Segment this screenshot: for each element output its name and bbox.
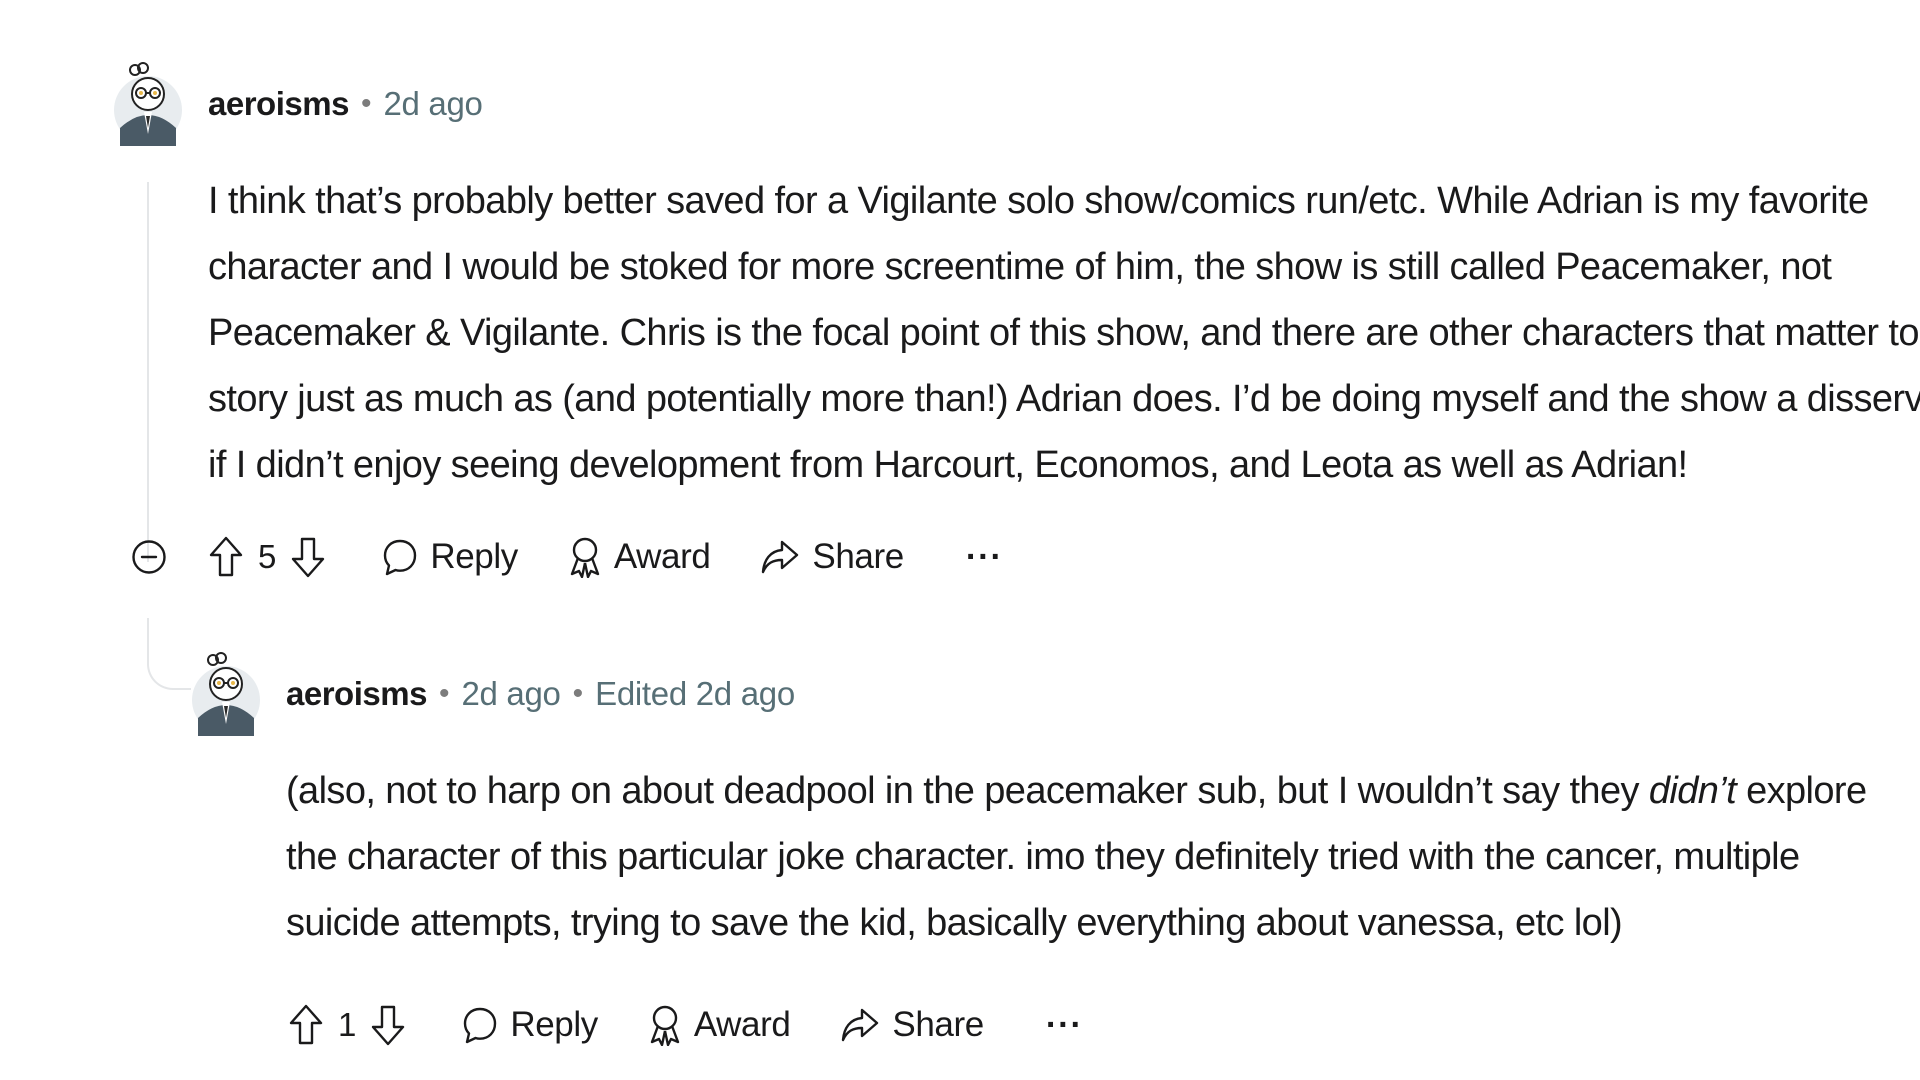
speech-bubble-icon — [382, 537, 418, 577]
comment-actions: 5 Reply Award Share ··· — [126, 522, 1898, 592]
speech-bubble-icon — [462, 1005, 498, 1045]
more-options-button[interactable]: ··· — [966, 540, 1003, 574]
share-button[interactable]: Share — [760, 537, 904, 577]
reply-comment: aeroisms • 2d ago • Edited 2d ago (also,… — [186, 652, 1886, 1060]
share-button[interactable]: Share — [840, 1005, 984, 1045]
upvote-arrow-icon[interactable] — [202, 530, 250, 584]
vote-group: 1 — [282, 998, 412, 1052]
snoo-avatar-icon[interactable] — [108, 62, 188, 146]
downvote-arrow-icon[interactable] — [364, 998, 412, 1052]
vote-score: 5 — [258, 538, 277, 575]
award-label: Award — [693, 1005, 791, 1044]
comment-body: (also, not to harp on about deadpool in … — [286, 758, 1906, 956]
reply-label: Reply — [430, 537, 518, 576]
comment-body-text: I think that’s probably better saved for… — [208, 180, 1920, 486]
award-ribbon-icon — [648, 1004, 682, 1046]
comment-body-emphasis: didn’t — [1648, 770, 1737, 812]
timestamp[interactable]: 2d ago — [383, 85, 482, 123]
award-button[interactable]: Award — [568, 536, 711, 578]
reply-button[interactable]: Reply — [462, 1005, 598, 1045]
comment-actions: 1 Reply Award Share ··· — [282, 990, 1886, 1060]
share-label: Share — [892, 1005, 984, 1044]
thread-connector — [147, 618, 191, 690]
comment-meta: aeroisms • 2d ago • Edited 2d ago — [186, 652, 1886, 736]
username[interactable]: aeroisms — [208, 85, 349, 123]
comment-body: I think that’s probably better saved for… — [208, 168, 1920, 498]
reply-label: Reply — [510, 1005, 598, 1044]
edited-timestamp: Edited 2d ago — [595, 675, 795, 712]
downvote-arrow-icon[interactable] — [284, 530, 332, 584]
share-label: Share — [812, 537, 904, 576]
more-options-button[interactable]: ··· — [1046, 1008, 1083, 1042]
reply-button[interactable]: Reply — [382, 537, 518, 577]
username[interactable]: aeroisms — [286, 675, 427, 713]
comment-body-text: (also, not to harp on about deadpool in … — [286, 770, 1649, 812]
share-arrow-icon — [760, 538, 800, 576]
vote-score: 1 — [338, 1006, 357, 1043]
comment-thread: aeroisms • 2d ago I think that’s probabl… — [0, 0, 1920, 1080]
award-button[interactable]: Award — [648, 1004, 791, 1046]
timestamp[interactable]: 2d ago — [461, 675, 560, 713]
meta-separator: • — [572, 677, 584, 710]
award-ribbon-icon — [568, 536, 602, 578]
collapse-minus-icon[interactable] — [126, 534, 172, 580]
award-label: Award — [613, 537, 711, 576]
meta-separator: • — [438, 677, 450, 710]
vote-group: 5 — [202, 530, 332, 584]
snoo-avatar-icon[interactable] — [186, 652, 266, 736]
comment-meta: aeroisms • 2d ago — [108, 62, 1898, 146]
meta-separator: • — [360, 87, 372, 120]
share-arrow-icon — [840, 1006, 880, 1044]
comment: aeroisms • 2d ago I think that’s probabl… — [108, 62, 1920, 592]
upvote-arrow-icon[interactable] — [282, 998, 330, 1052]
